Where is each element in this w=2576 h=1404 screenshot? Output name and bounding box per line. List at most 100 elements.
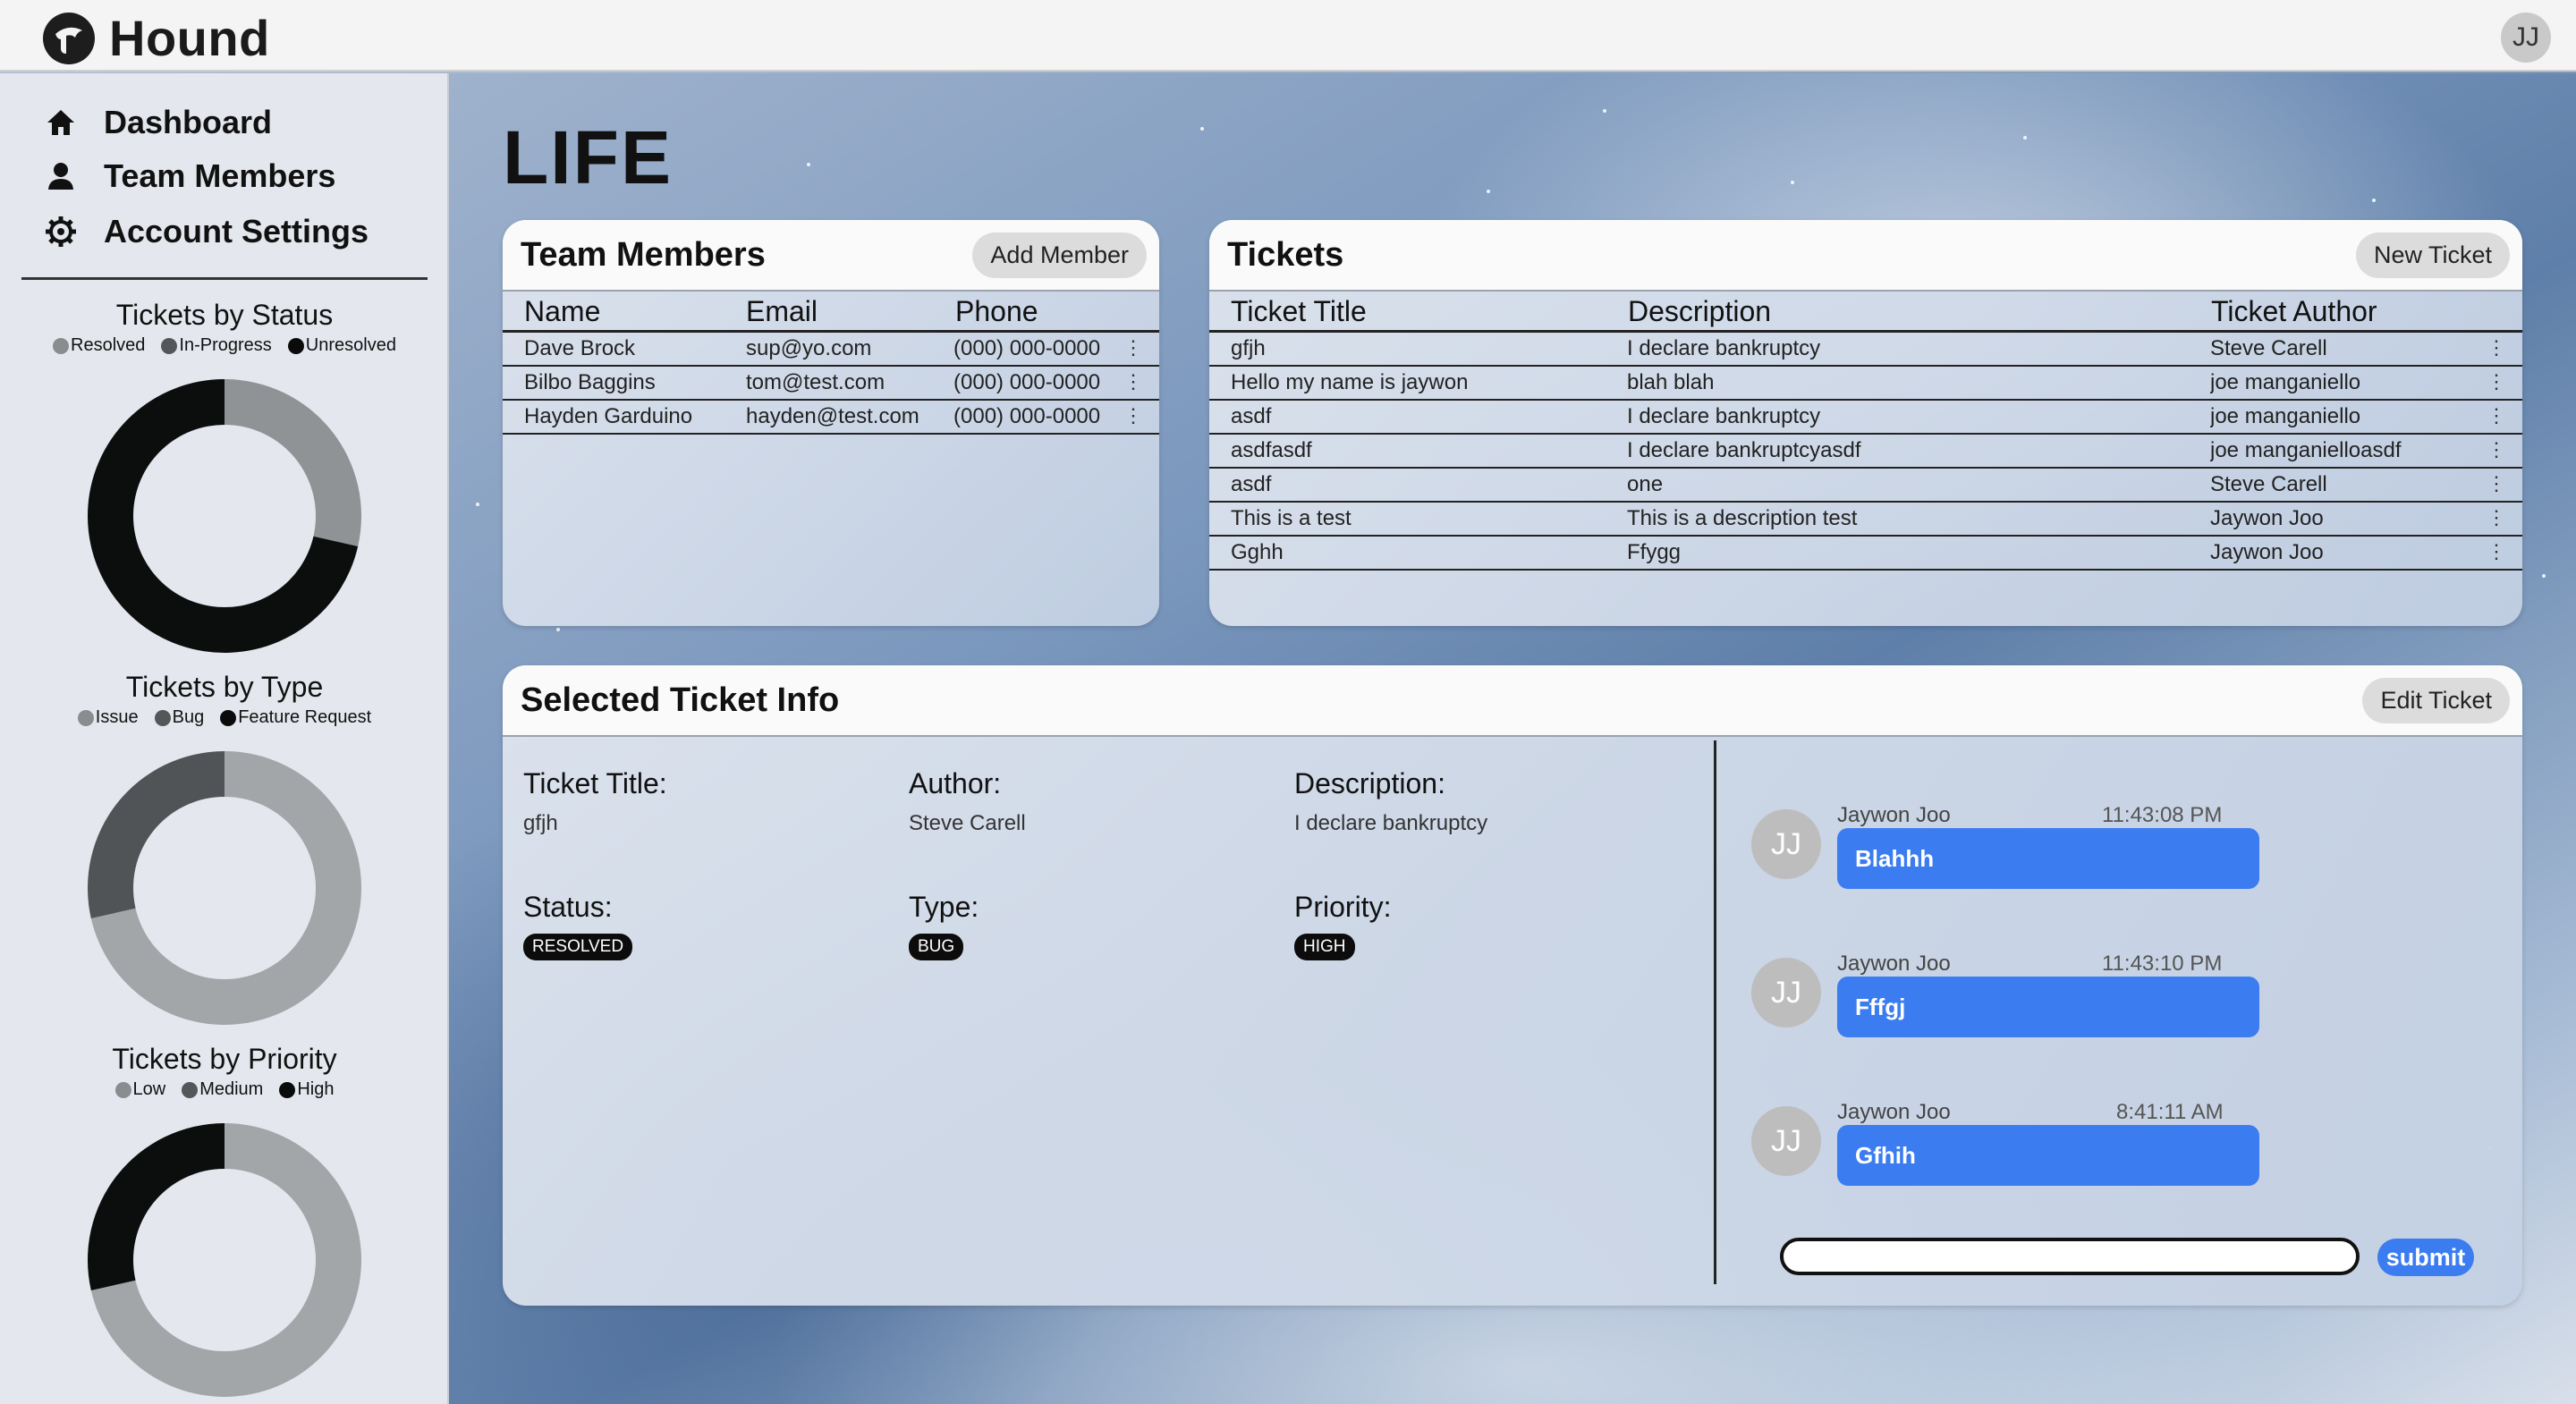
row-menu-icon[interactable]: ⋮ [2487, 372, 2506, 392]
submit-button[interactable]: submit [2377, 1239, 2474, 1276]
ticket-description: blah blah [1627, 370, 1715, 394]
legend-dot [161, 337, 178, 354]
table-row[interactable]: This is a test This is a description tes… [1209, 503, 2522, 537]
donut-slice-high[interactable] [87, 1123, 225, 1291]
edit-ticket-button[interactable]: Edit Ticket [2362, 677, 2510, 723]
comment-avatar: JJ [1751, 1106, 1821, 1176]
row-menu-icon[interactable]: ⋮ [1123, 406, 1143, 426]
ticket-title: Hello my name is jaywon [1231, 370, 1469, 394]
nav-team-members[interactable]: Team Members [45, 157, 335, 195]
column-header[interactable]: Description [1628, 295, 2211, 328]
row-menu-icon[interactable]: ⋮ [2487, 338, 2506, 358]
legend-item[interactable]: Resolved [53, 335, 145, 356]
legend-item[interactable]: Low [114, 1079, 166, 1100]
legend-label: Low [132, 1079, 166, 1099]
user-avatar[interactable]: JJ [2501, 13, 2551, 63]
row-menu-icon[interactable]: ⋮ [2487, 508, 2506, 528]
legend-label: Bug [172, 707, 205, 727]
legend-item[interactable]: Bug [154, 707, 205, 728]
ticket-title: Gghh [1231, 540, 1284, 564]
brand[interactable]: Hound [41, 9, 270, 67]
legend-item[interactable]: High [279, 1079, 334, 1100]
ticket-author: Jaywon Joo [2210, 506, 2324, 530]
top-bar: Hound JJ [0, 0, 2576, 72]
ticket-title: asdfasdf [1231, 438, 1312, 462]
table-row[interactable]: Bilbo Baggins tom@test.com (000) 000-000… [503, 367, 1159, 401]
legend-dot [182, 1081, 199, 1098]
legend-dot [77, 709, 94, 726]
legend-item[interactable]: In-Progress [161, 335, 272, 356]
new-ticket-button[interactable]: New Ticket [2355, 232, 2510, 278]
nav-dashboard[interactable]: Dashboard [45, 104, 272, 141]
comment-bubble: Gfhih [1837, 1125, 2259, 1186]
priority-badge: HIGH [1294, 934, 1355, 960]
row-menu-icon[interactable]: ⋮ [2487, 406, 2506, 426]
priority-label: Priority: [1294, 891, 1392, 923]
legend-dot [154, 709, 171, 726]
table-row[interactable]: gfjh I declare bankruptcy Steve Carell ⋮ [1209, 333, 2522, 367]
legend-item[interactable]: Feature Request [220, 707, 371, 728]
legend-item[interactable]: Unresolved [287, 335, 396, 356]
person-icon [48, 163, 73, 190]
ticket-author: Steve Carell [2210, 336, 2327, 360]
column-header[interactable]: Phone [955, 295, 1134, 328]
ticket-description: one [1627, 472, 1664, 496]
table-row[interactable]: Gghh Ffygg Jaywon Joo ⋮ [1209, 537, 2522, 571]
member-email: hayden@test.com [746, 404, 919, 428]
column-header[interactable]: Email [746, 295, 955, 328]
ticket-description: This is a description test [1627, 506, 1858, 530]
ticket-title: This is a test [1231, 506, 1352, 530]
type-badge: BUG [909, 934, 964, 960]
table-row[interactable]: asdfasdf I declare bankruptcyasdf joe ma… [1209, 435, 2522, 469]
legend-dot [53, 337, 70, 354]
nav-team-members-label: Team Members [104, 157, 336, 194]
column-header[interactable]: Name [524, 295, 746, 328]
row-menu-icon[interactable]: ⋮ [1123, 372, 1143, 392]
column-header[interactable]: Ticket Title [1231, 295, 1628, 328]
hound-logo-icon [43, 12, 95, 64]
comment-author: Jaywon Joo [1837, 803, 1951, 827]
legend-item[interactable]: Issue [77, 707, 139, 728]
table-row[interactable]: Hello my name is jaywon blah blah joe ma… [1209, 367, 2522, 401]
type-chart-legend: Issue Bug Feature Request [0, 707, 449, 728]
section-divider [1714, 740, 1716, 1284]
nav-account-settings[interactable]: Account Settings [45, 213, 369, 250]
status-badge: RESOLVED [523, 934, 633, 960]
author-label: Author: [909, 767, 1002, 799]
member-email: sup@yo.com [746, 336, 872, 360]
status-chart-legend: Resolved In-Progress Unresolved [0, 335, 449, 356]
app-name: Hound [109, 10, 270, 66]
legend-item[interactable]: Medium [182, 1079, 263, 1100]
row-menu-icon[interactable]: ⋮ [2487, 542, 2506, 562]
ticket-title: gfjh [1231, 336, 1266, 360]
column-header[interactable]: Ticket Author [2211, 295, 2479, 328]
member-phone: (000) 000-0000 [953, 336, 1101, 360]
ticket-description: I declare bankruptcy [1627, 404, 1821, 428]
comment-author: Jaywon Joo [1837, 952, 1951, 976]
comment-input[interactable] [1780, 1238, 2360, 1275]
table-row[interactable]: Hayden Garduino hayden@test.com (000) 00… [503, 401, 1159, 435]
team-members-card: Team Members Add Member Name Email Phone… [503, 220, 1159, 626]
donut-slice-resolved[interactable] [225, 379, 361, 547]
ticket-title-label: Ticket Title: [523, 767, 667, 799]
comment-bubble: Blahhh [1837, 828, 2259, 889]
description-label: Description: [1294, 767, 1445, 799]
sidebar: Dashboard Team Members Account Settings … [0, 73, 449, 1404]
team-members-title: Team Members [521, 235, 766, 274]
legend-label: Medium [199, 1079, 264, 1099]
table-row[interactable]: asdf I declare bankruptcy joe manganiell… [1209, 401, 2522, 435]
row-menu-icon[interactable]: ⋮ [2487, 440, 2506, 460]
table-row[interactable]: asdf one Steve Carell ⋮ [1209, 469, 2522, 503]
donut-slice-bug[interactable] [87, 751, 225, 919]
table-row[interactable]: Dave Brock sup@yo.com (000) 000-0000 ⋮ [503, 333, 1159, 367]
add-member-button[interactable]: Add Member [972, 232, 1147, 278]
nav-dashboard-label: Dashboard [104, 104, 273, 140]
comment-avatar: JJ [1751, 809, 1821, 879]
member-name: Bilbo Baggins [524, 370, 656, 394]
team-members-header: Team Members Add Member [503, 220, 1159, 292]
member-phone: (000) 000-0000 [953, 370, 1101, 394]
row-menu-icon[interactable]: ⋮ [1123, 338, 1143, 358]
row-menu-icon[interactable]: ⋮ [2487, 474, 2506, 494]
member-phone: (000) 000-0000 [953, 404, 1101, 428]
comment-time: 11:43:10 PM [2102, 952, 2223, 976]
